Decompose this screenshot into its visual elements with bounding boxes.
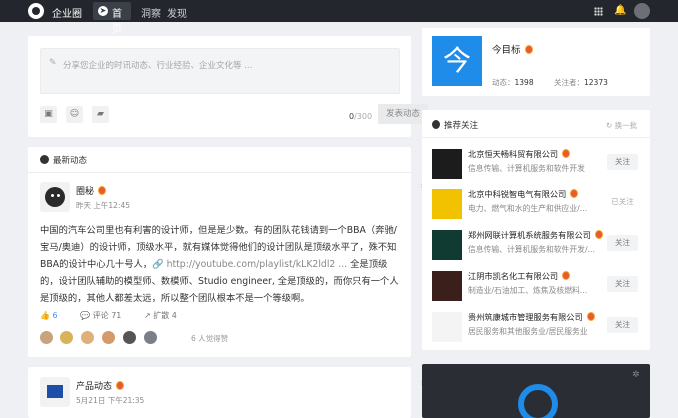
camera-icon[interactable]: ▣	[40, 106, 57, 123]
share-button[interactable]: ↗ 扩散 4	[144, 311, 187, 320]
app-logo[interactable]	[28, 3, 44, 19]
medal-icon	[562, 149, 571, 158]
nav-insight-tab[interactable]: 洞察	[141, 5, 161, 20]
product-avatar[interactable]	[40, 377, 70, 407]
recommended-follows-card: 推荐关注 ↻ 换一批 北京恒天畅科贸有限公司 信息传输、计算机服务和软件开发 关…	[422, 110, 650, 350]
liker-avatar[interactable]	[102, 331, 115, 344]
gear-icon[interactable]: ✲	[632, 370, 640, 380]
apps-grid-icon[interactable]	[594, 7, 603, 16]
company-name[interactable]: 江阴市凯名化工有限公司	[468, 270, 571, 282]
liker-avatar[interactable]	[40, 331, 53, 344]
follow-button[interactable]: 关注	[607, 154, 638, 170]
posts-stat[interactable]: 动态：1398	[492, 77, 534, 88]
company-industry: 制造业/石油加工、炼焦及核燃料...	[468, 286, 588, 295]
nav-home-tab[interactable]: ➤ 首页	[93, 2, 131, 35]
composer-input[interactable]: ✎ 分享您企业的时讯动态、行业经验、企业文化等 ...	[40, 48, 400, 94]
company-industry: 信息传输、计算机服务和软件开发	[468, 164, 585, 173]
company-logo[interactable]	[432, 312, 462, 342]
follow-button[interactable]: 关注	[607, 317, 638, 333]
company-logo[interactable]	[432, 149, 462, 179]
top-navigation-bar: 企业圈 ➤ 首页 洞察 发现 🔔	[0, 0, 678, 35]
post-composer: ✎ 分享您企业的时讯动态、行业经验、企业文化等 ... ▣ ☺ ▰ 0/300 …	[28, 36, 428, 137]
brand-name[interactable]: 企业圈	[52, 5, 82, 20]
nav-discover-tab[interactable]: 发现	[167, 5, 187, 20]
medal-icon	[524, 45, 533, 54]
product-post-title[interactable]: 产品动态	[76, 379, 125, 392]
company-name[interactable]: 北京恒天畅科贸有限公司	[468, 148, 571, 160]
divider	[28, 172, 411, 173]
company-item[interactable]: 北京中科锐智电气有限公司 电力、燃气和水的生产和供应业/... 已关注	[432, 186, 642, 222]
divider	[422, 137, 650, 138]
company-profile-card: 今 今目标 动态：1398 关注者：12373	[422, 28, 650, 96]
medal-icon	[570, 189, 579, 198]
char-counter: 0/300	[349, 112, 373, 121]
recommend-icon	[432, 120, 440, 129]
liker-avatar[interactable]	[60, 331, 73, 344]
company-industry: 电力、燃气和水的生产和供应业/...	[468, 204, 588, 213]
post-timestamp: 昨天 上午12:45	[76, 201, 130, 210]
liker-summary[interactable]: 6 人觉得赞	[191, 333, 228, 344]
company-item[interactable]: 北京恒天畅科贸有限公司 信息传输、计算机服务和软件开发 关注	[432, 146, 642, 182]
refresh-button[interactable]: ↻ 换一批	[606, 120, 637, 131]
followed-button[interactable]: 已关注	[607, 194, 638, 210]
company-name[interactable]: 今目标	[492, 42, 533, 56]
company-industry: 居民服务和其他服务业/居民服务业	[468, 327, 588, 336]
liker-avatar[interactable]	[144, 331, 157, 344]
post-author-name[interactable]: 圈秘	[76, 184, 107, 197]
medal-icon	[562, 271, 571, 280]
publish-button[interactable]: 发表动态	[378, 104, 428, 124]
recommend-header: 推荐关注	[432, 119, 478, 131]
liker-avatar[interactable]	[81, 331, 94, 344]
company-item[interactable]: 江阴市凯名化工有限公司 制造业/石油加工、炼焦及核燃料... 关注	[432, 268, 642, 304]
company-name[interactable]: 郑州网联计算机系统服务有限公司	[468, 229, 603, 241]
compass-icon: ➤	[98, 6, 108, 16]
post-actions: 👍 6 💬 评论 71 ↗ 扩散 4	[40, 310, 197, 321]
follow-button[interactable]: 关注	[607, 276, 638, 292]
medal-icon	[116, 381, 125, 390]
emoji-icon[interactable]: ☺	[66, 106, 83, 123]
composer-placeholder: 分享您企业的时讯动态、行业经验、企业文化等 ...	[63, 61, 253, 71]
company-item[interactable]: 郑州网联计算机系统服务有限公司 信息传输、计算机服务和软件开发/... 关注	[432, 227, 642, 263]
promo-banner[interactable]: ✲	[422, 364, 650, 418]
post-link[interactable]: 🔗 http://youtube.com/playlist/kLK2ldl2 .…	[152, 259, 347, 270]
company-name[interactable]: 北京中科锐智电气有限公司	[468, 188, 579, 200]
liker-avatar[interactable]	[123, 331, 136, 344]
follow-button[interactable]: 关注	[607, 235, 638, 251]
comment-button[interactable]: 💬 评论 71	[80, 311, 131, 320]
company-item[interactable]: 贵州筑康城市管理服务有限公司 居民服务和其他服务业/居民服务业 关注	[432, 309, 642, 345]
user-avatar[interactable]	[634, 3, 650, 19]
medal-icon	[586, 312, 595, 321]
like-button[interactable]: 👍 6	[40, 311, 68, 320]
company-name[interactable]: 贵州筑康城市管理服务有限公司	[468, 311, 595, 323]
company-logo[interactable]	[432, 271, 462, 301]
truck-icon[interactable]: ▰	[92, 106, 109, 123]
ring-logo-icon	[518, 384, 558, 418]
medal-icon	[98, 186, 107, 195]
company-logo[interactable]: 今	[432, 36, 482, 86]
product-post-card: 产品动态 5月21日 下午21:35 ✲	[28, 367, 428, 418]
pencil-icon: ✎	[49, 58, 57, 68]
product-post-timestamp: 5月21日 下午21:35	[76, 396, 145, 405]
company-logo[interactable]	[432, 230, 462, 260]
company-logo[interactable]	[432, 189, 462, 219]
post-author-avatar[interactable]	[40, 182, 70, 212]
post-body: 中国的汽车公司里也有利害的设计师，但是是少数。有的团队花钱请到一个BBA（奔驰/…	[40, 225, 399, 304]
nav-home-label: 首页	[112, 9, 122, 35]
company-industry: 信息传输、计算机服务和软件开发/...	[468, 245, 596, 254]
medal-icon	[594, 230, 603, 239]
bell-icon[interactable]: 🔔	[614, 5, 626, 16]
latest-feed-card: 最新动态 圈秘 昨天 上午12:45 ✲ 中国的汽车公司里也有利害的设计师，但是…	[28, 147, 428, 357]
feed-header: 最新动态	[40, 154, 87, 166]
feed-icon	[40, 155, 49, 164]
followers-stat[interactable]: 关注者：12373	[554, 77, 608, 88]
